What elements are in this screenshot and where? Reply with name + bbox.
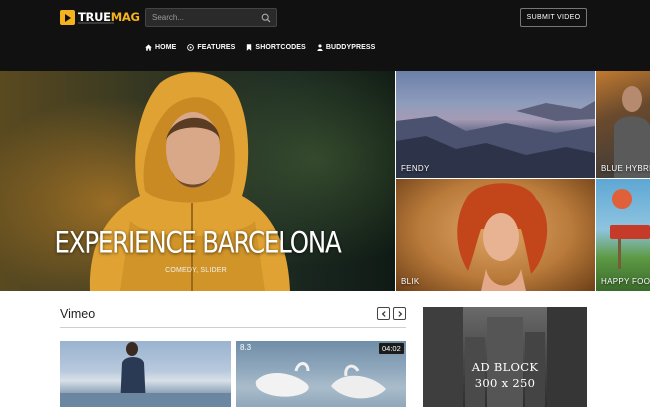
circle-play-icon	[187, 44, 195, 51]
nav-item-home[interactable]: HOME	[145, 44, 176, 51]
welcome-sign-image	[610, 189, 650, 269]
nav-label-shortcodes: SHORTCODES	[255, 44, 306, 51]
redhead-woman-image	[457, 183, 548, 291]
nav-item-buddypress[interactable]: BUDDYPRESS	[317, 44, 376, 51]
tile-label-fendy: FENDY	[401, 164, 430, 173]
tile-label-happy-food: HAPPY FOOD	[601, 277, 650, 286]
nav-item-features[interactable]: FEATURES	[187, 44, 235, 51]
logo-brand-accent: MAG	[110, 10, 140, 24]
search-box[interactable]	[145, 8, 277, 27]
chevron-right-icon	[398, 311, 403, 317]
city-buildings-image	[423, 307, 587, 407]
nav-label-home: HOME	[155, 44, 177, 51]
tile-blue-hybrid[interactable]: BLUE HYBRID	[596, 71, 650, 178]
submit-video-button[interactable]: SUBMIT VIDEO	[520, 8, 587, 27]
tile-label-blik: BLIK	[401, 277, 420, 286]
tile-label-blue-hybrid: BLUE HYBRID	[601, 164, 650, 173]
tile-fendy[interactable]: FENDY	[396, 71, 595, 178]
carousel-next-button[interactable]	[393, 307, 406, 320]
hero-title[interactable]: EXPERIENCE BARCELONA	[0, 225, 395, 259]
play-logo-icon	[60, 10, 75, 25]
nav-label-buddypress: BUDDYPRESS	[325, 44, 376, 51]
bookmark-icon	[247, 44, 252, 51]
tile-blik[interactable]: BLIK	[396, 179, 595, 291]
home-icon	[145, 44, 152, 51]
tile-happy-food[interactable]: HAPPY FOOD	[596, 179, 650, 291]
nav-label-features: FEATURES	[197, 44, 236, 51]
video-duration-badge: 04:02	[379, 343, 404, 354]
user-icon	[317, 44, 323, 51]
man-portrait-image	[614, 86, 650, 178]
section-divider	[60, 327, 406, 328]
chevron-left-icon	[381, 311, 386, 317]
carousel-prev-button[interactable]	[377, 307, 390, 320]
site-header: TRUEMAG SUBMIT VIDEO HOME FEATURES SHORT…	[0, 0, 650, 71]
nav-item-shortcodes[interactable]: SHORTCODES	[246, 44, 306, 51]
ad-block-title: AD BLOCK	[471, 360, 539, 374]
video-rating-badge: 8.3	[240, 343, 252, 352]
hero-categories[interactable]: COMEDY, SLIDER	[0, 267, 392, 274]
section-title-vimeo[interactable]: Vimeo	[60, 307, 95, 321]
logo-tagline-bar	[78, 22, 114, 24]
search-icon[interactable]	[261, 13, 271, 23]
ad-block-size: 300 x 250	[474, 376, 536, 390]
beach-woman-thumbnail	[60, 342, 231, 407]
rocky-coast-image	[396, 101, 595, 178]
ad-block[interactable]	[423, 307, 587, 407]
search-input[interactable]	[152, 11, 257, 24]
video-card-1[interactable]	[60, 341, 231, 407]
main-nav: HOME FEATURES SHORTCODES BUDDYPRESS	[145, 44, 375, 51]
hero-slide[interactable]: EXPERIENCE BARCELONA	[0, 71, 395, 291]
